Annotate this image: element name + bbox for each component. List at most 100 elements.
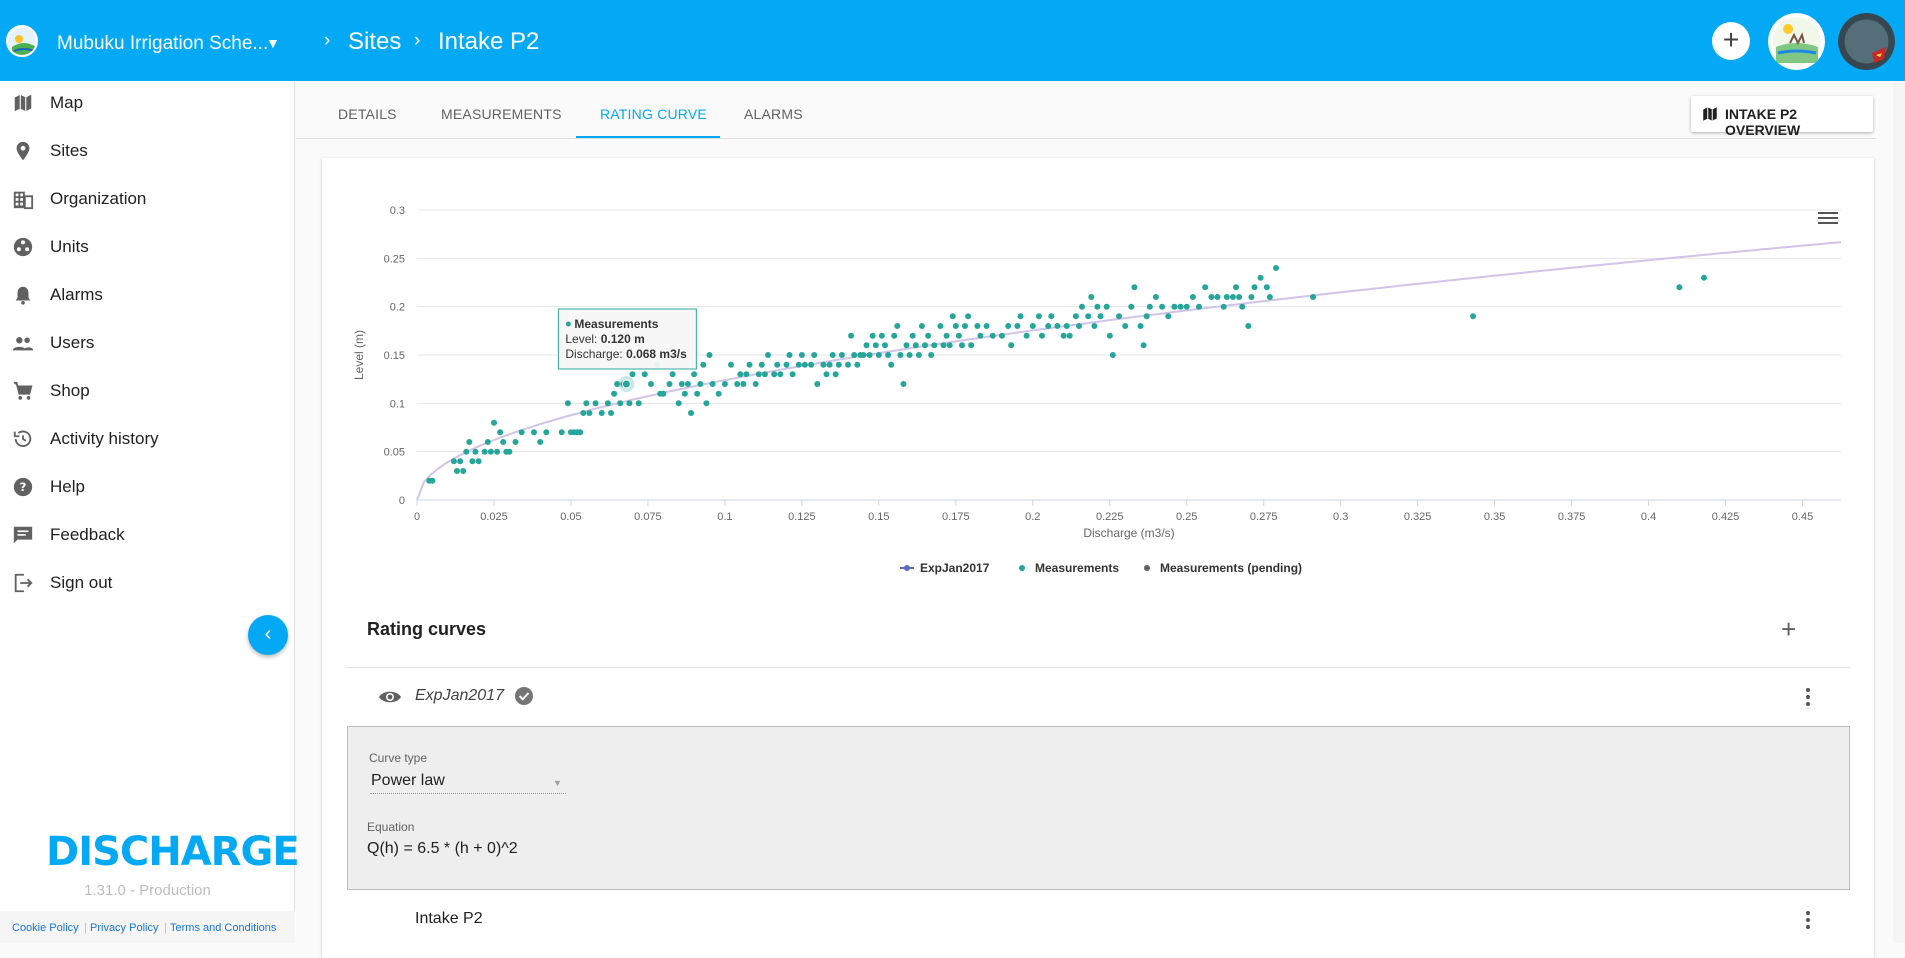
rating-curve-row[interactable]: ExpJan2017 (347, 668, 1850, 726)
measurement-point (518, 429, 525, 436)
measurement-point (728, 361, 734, 368)
sidebar-item-label: Units (50, 237, 89, 256)
measurement-point (983, 323, 990, 329)
curve-type-select[interactable]: Power law (371, 772, 445, 790)
measurement-point (1091, 323, 1098, 329)
measurement-point (475, 458, 482, 465)
site-row[interactable]: Intake P2 (347, 890, 1850, 943)
y-tick-label: 0 (399, 495, 405, 507)
measurement-point (755, 371, 762, 378)
rating-curve-chart: 0 0.05 0.1 0.15 0.2 0.25 0.3 0 0.025 0.05 0.075 0.1… (352, 205, 1842, 575)
measurement-point (1273, 265, 1279, 271)
sidebar-item-organization[interactable]: Organization (0, 177, 295, 221)
measurement-point (922, 342, 928, 349)
y-tick-label: 0.1 (390, 398, 405, 410)
measurement-point (531, 429, 537, 436)
organization-avatar[interactable] (1768, 13, 1825, 70)
measurement-point (1676, 284, 1683, 291)
chart-menu-icon[interactable] (1818, 212, 1838, 228)
measurement-point (1035, 313, 1042, 320)
chevron-down-icon[interactable]: ▼ (553, 778, 562, 788)
tab-alarms[interactable]: ALARMS (744, 106, 803, 122)
measurement-point (1131, 284, 1138, 291)
x-tick-label: 0.275 (1250, 511, 1278, 523)
measurement-point (1266, 294, 1273, 300)
measurement-point (694, 390, 701, 397)
measurement-point (1202, 284, 1209, 291)
sidebar-item-shop[interactable]: Shop (0, 369, 295, 413)
measurement-point (962, 323, 968, 329)
measurement-point (761, 371, 768, 378)
measurement-point (1063, 323, 1070, 329)
sidebar-item-label: Feedback (50, 525, 125, 544)
tab-measurements[interactable]: MEASUREMENTS (441, 106, 562, 122)
measurement-point (598, 410, 605, 416)
chevron-down-icon[interactable]: ▼ (266, 35, 280, 51)
site-overview-button[interactable]: INTAKE P2 OVERVIEW (1691, 96, 1873, 138)
sidebar-item-help[interactable]: ? Help (0, 465, 295, 509)
more-options-icon[interactable] (1805, 688, 1811, 708)
eye-icon[interactable] (378, 689, 402, 705)
organization-logo[interactable] (6, 25, 38, 57)
measurement-point (891, 332, 898, 339)
measurement-point (1008, 342, 1015, 349)
measurement-point (740, 381, 747, 387)
site-tabs: DETAILS MEASUREMENTS RATING CURVE ALARMS (296, 81, 1876, 139)
equation-label: Equation (367, 820, 415, 834)
sidebar-item-users[interactable]: Users (0, 321, 295, 365)
tab-details[interactable]: DETAILS (338, 106, 397, 122)
sidebar-item-units[interactable]: Units (0, 225, 295, 269)
measurement-point (691, 371, 698, 378)
measurement-point (752, 381, 759, 387)
sign-out-icon (14, 573, 33, 593)
link-separator: | (84, 922, 87, 934)
site-overview-label: INTAKE P2 OVERVIEW (1725, 106, 1801, 138)
measurement-point (1143, 313, 1150, 320)
measurement-point (580, 410, 587, 416)
measurement-point (758, 361, 765, 368)
measurement-point (894, 323, 901, 329)
measurement-point (937, 323, 944, 329)
sidebar-item-feedback[interactable]: Feedback (0, 513, 295, 557)
privacy-policy-link[interactable]: Privacy Policy (90, 922, 158, 934)
measurement-point (823, 371, 830, 378)
add-button[interactable]: + (1712, 22, 1750, 60)
sidebar-item-label: Sites (50, 141, 88, 160)
y-axis-label: Level (m) (352, 330, 366, 380)
measurement-point (875, 352, 882, 358)
measurement-point (1171, 303, 1178, 310)
sidebar-item-sites[interactable]: Sites (0, 129, 295, 173)
sidebar-item-activity-history[interactable]: Activity history (0, 417, 295, 461)
measurement-point (1023, 332, 1030, 339)
more-options-icon[interactable] (1805, 911, 1811, 931)
sidebar-item-sign-out[interactable]: Sign out (0, 561, 295, 605)
terms-link[interactable]: Terms and Conditions (170, 922, 276, 934)
sidebar-item-alarms[interactable]: Alarms (0, 273, 295, 317)
user-avatar[interactable] (1838, 13, 1895, 70)
measurement-point (974, 323, 981, 329)
scrollbar[interactable] (1893, 81, 1905, 943)
x-tick-label: 0.25 (1176, 511, 1197, 523)
tooltip-level: Level: 0.120 m (565, 332, 644, 346)
organization-name[interactable]: Mubuku Irrigation Sche... (57, 33, 268, 55)
tab-rating-curve[interactable]: RATING CURVE (600, 106, 707, 122)
measurement-point (1245, 323, 1252, 329)
cookie-policy-link[interactable]: Cookie Policy (12, 922, 79, 934)
measurement-point (608, 410, 614, 416)
measurement-point (543, 429, 550, 436)
measurement-point (1140, 342, 1147, 349)
measurement-point (577, 429, 584, 436)
collapse-sidebar-button[interactable]: ‹ (248, 615, 288, 655)
measurement-point (783, 361, 790, 368)
measurement-point (943, 332, 950, 339)
breadcrumb-sites[interactable]: Sites (348, 28, 401, 56)
measurement-point (949, 313, 956, 320)
measurement-point (946, 342, 953, 349)
add-rating-curve-button[interactable]: + (1781, 614, 1796, 645)
measurement-point (454, 468, 460, 474)
legend-item: Measurements (1035, 561, 1119, 575)
tooltip-discharge: Discharge: 0.068 m3/s (565, 347, 687, 361)
measurement-point (481, 448, 488, 455)
y-tick-label: 0.3 (390, 205, 405, 217)
sidebar-item-map[interactable]: Map (0, 81, 295, 125)
